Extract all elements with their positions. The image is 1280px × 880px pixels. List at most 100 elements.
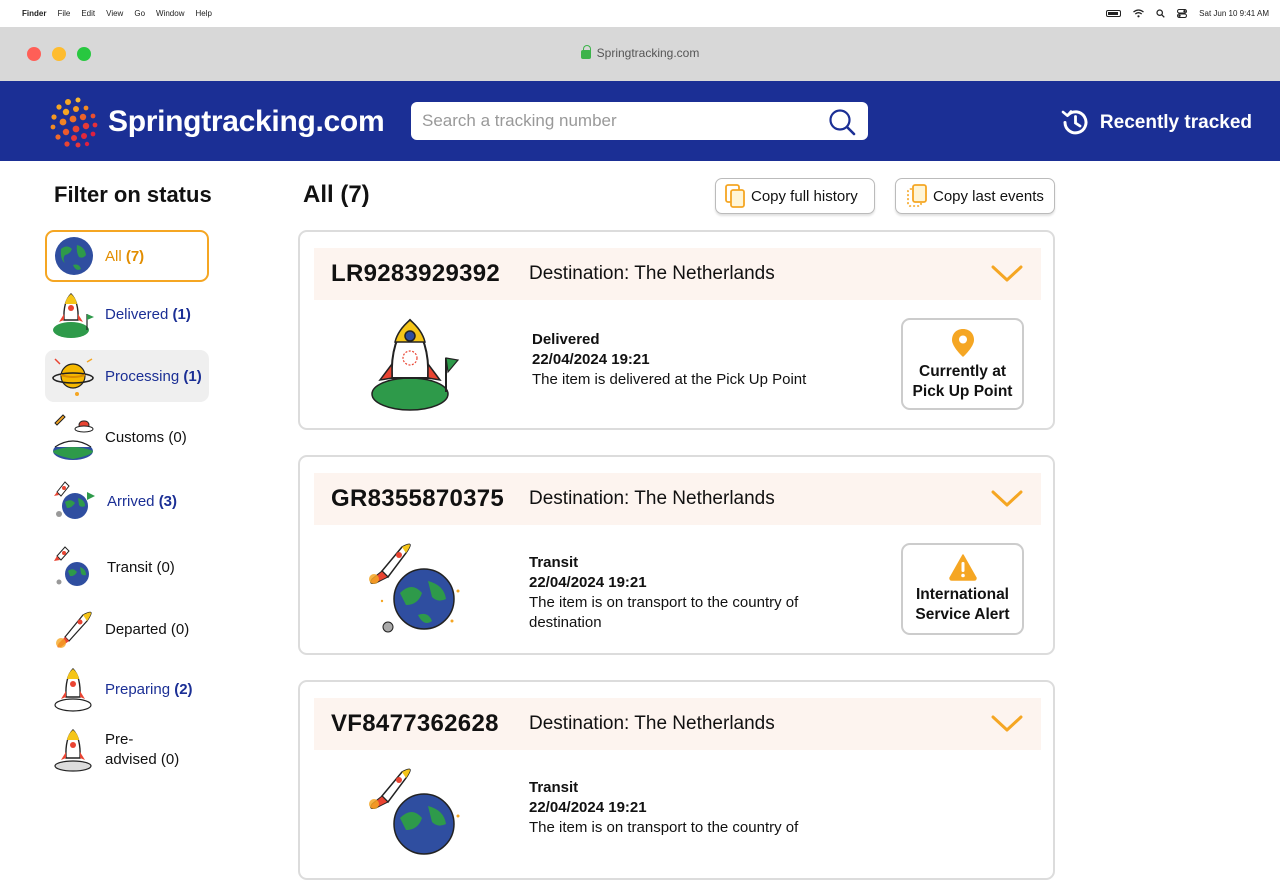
- filter-item-customs[interactable]: Customs (0): [45, 411, 209, 463]
- menu-help[interactable]: Help: [195, 9, 211, 18]
- filter-item-arrived[interactable]: Arrived (3): [45, 475, 209, 527]
- location-pin-icon: [951, 329, 974, 357]
- arrived-globe-icon: [54, 481, 95, 519]
- search-input[interactable]: [411, 111, 811, 131]
- event-status: Delivered: [532, 331, 600, 348]
- filter-count-departed: (0): [170, 620, 190, 638]
- event-description: The item is on transport to the country …: [529, 594, 799, 631]
- filter-item-transit[interactable]: Transit (0): [45, 541, 209, 593]
- badge-line-1: International: [915, 586, 1009, 603]
- menu-finder[interactable]: Finder: [22, 9, 46, 18]
- copy-icon: [725, 184, 745, 208]
- filter-label-delivered: Delivered: [105, 305, 169, 323]
- card-header[interactable]: LR9283929392 Destination: The Netherland…: [314, 248, 1041, 300]
- pre-advised-rocket-icon: [54, 729, 92, 772]
- destination: Destination: The Netherlands: [529, 713, 775, 734]
- departed-rocket-icon: [56, 611, 92, 648]
- shipment-card[interactable]: GR8355870375 Destination: The Netherland…: [298, 455, 1055, 655]
- filter-item-all[interactable]: All (7): [45, 230, 209, 282]
- datetime[interactable]: Sat Jun 10 9:41 AM: [1199, 9, 1269, 18]
- badge-line-2: Pick Up Point: [912, 383, 1013, 400]
- filter-count-all: (7): [125, 247, 145, 265]
- filter-label-processing: Processing: [105, 367, 180, 385]
- copy-last-events-button[interactable]: Copy last events: [895, 178, 1055, 214]
- menu-window[interactable]: Window: [156, 9, 184, 18]
- customs-icon: [53, 414, 94, 460]
- menu-edit[interactable]: Edit: [81, 9, 95, 18]
- history-icon: [1061, 110, 1088, 135]
- copy-full-history-label: Copy full history: [751, 187, 858, 205]
- badge-line-2: Service Alert: [915, 606, 1010, 623]
- destination: Destination: The Netherlands: [529, 263, 775, 284]
- control-center-icon[interactable]: [1177, 9, 1188, 18]
- menubar: Finder File Edit View Go Window Help Sat…: [0, 0, 1280, 27]
- filter-item-departed[interactable]: Departed (0): [45, 603, 209, 655]
- filter-label-departed: Departed: [105, 620, 167, 638]
- card-header[interactable]: VF8477362628 Destination: The Netherland…: [314, 698, 1041, 750]
- transit-globe-illustration: [369, 543, 460, 633]
- event-date: 22/04/2024 19:21: [532, 351, 650, 368]
- menu-go[interactable]: Go: [134, 9, 145, 18]
- address-text[interactable]: Springtracking.com: [597, 46, 700, 60]
- planet-icon: [52, 358, 94, 396]
- filter-label-customs: Customs: [105, 428, 165, 446]
- battery-icon[interactable]: [1106, 10, 1122, 17]
- preparing-rocket-icon: [54, 668, 92, 712]
- spotlight-search-icon[interactable]: [1156, 9, 1165, 18]
- address-bar[interactable]: Springtracking.com: [0, 45, 1280, 60]
- globe-icon: [55, 237, 93, 275]
- wifi-icon[interactable]: [1133, 9, 1145, 18]
- chevron-down-icon[interactable]: [991, 265, 1023, 283]
- event-description: The item is on transport to the country …: [529, 819, 799, 836]
- chevron-down-icon[interactable]: [991, 490, 1023, 508]
- transit-globe-icon: [54, 546, 89, 586]
- last-event: Transit 22/04/2024 19:21 The item is on …: [529, 778, 829, 838]
- filter-title: Filter on status: [54, 182, 212, 207]
- brand-name: Springtracking.com: [108, 105, 385, 138]
- event-status: Transit: [529, 554, 579, 571]
- card-header[interactable]: GR8355870375 Destination: The Netherland…: [314, 473, 1041, 525]
- event-description: The item is delivered at the Pick Up Poi…: [532, 371, 807, 388]
- filter-count-customs: (0): [168, 428, 187, 446]
- tracking-number: VF8477362628: [331, 710, 499, 737]
- status-badge[interactable]: Currently at Pick Up Point: [901, 318, 1024, 410]
- filter-label-pre-advised: Pre- advised: [105, 731, 157, 768]
- site-header: Springtracking.com Recently tracked: [0, 81, 1280, 161]
- filter-count-pre-advised: (0): [160, 751, 180, 768]
- delivered-rocket-illustration: [371, 318, 460, 411]
- menu-file[interactable]: File: [57, 9, 70, 18]
- chevron-down-icon[interactable]: [991, 715, 1023, 733]
- browser-chrome: Springtracking.com: [0, 27, 1280, 81]
- lock-icon: [580, 45, 591, 59]
- filter-item-processing[interactable]: Processing (1): [45, 350, 209, 402]
- last-event: Delivered 22/04/2024 19:21 The item is d…: [532, 330, 832, 390]
- filter-item-preparing[interactable]: Preparing (2): [45, 663, 209, 715]
- destination: Destination: The Netherlands: [529, 488, 775, 509]
- warning-icon: [948, 554, 977, 581]
- search-icon[interactable]: [828, 108, 856, 136]
- copy-full-history-button[interactable]: Copy full history: [715, 178, 875, 214]
- badge-line-1: Currently at: [919, 363, 1006, 380]
- shipment-card[interactable]: LR9283929392 Destination: The Netherland…: [298, 230, 1055, 430]
- filter-count-transit: (0): [156, 558, 175, 576]
- filter-count-delivered: (1): [172, 305, 191, 323]
- event-date: 22/04/2024 19:21: [529, 574, 647, 591]
- shipment-card[interactable]: VF8477362628 Destination: The Netherland…: [298, 680, 1055, 880]
- logo-dots-icon: [50, 97, 98, 148]
- filter-count-preparing: (2): [174, 680, 193, 698]
- filter-item-pre-advised[interactable]: Pre- advised (0): [45, 722, 209, 778]
- filter-item-delivered[interactable]: Delivered (1): [45, 288, 209, 340]
- menu-view[interactable]: View: [106, 9, 123, 18]
- copy-last-events-label: Copy last events: [933, 187, 1044, 205]
- filter-label-transit: Transit: [107, 558, 153, 576]
- tracking-number: GR8355870375: [331, 485, 505, 512]
- logo[interactable]: Springtracking.com: [46, 94, 385, 150]
- recently-tracked-button[interactable]: Recently tracked: [1060, 107, 1252, 138]
- filter-label-all: All: [105, 247, 122, 265]
- content-title: All (7): [303, 181, 370, 208]
- filter-label-arrived: Arrived: [107, 492, 155, 510]
- copy-last-icon: [907, 184, 927, 207]
- status-badge[interactable]: International Service Alert: [901, 543, 1024, 635]
- search-bar[interactable]: [411, 102, 868, 140]
- delivered-rocket-icon: [53, 293, 94, 338]
